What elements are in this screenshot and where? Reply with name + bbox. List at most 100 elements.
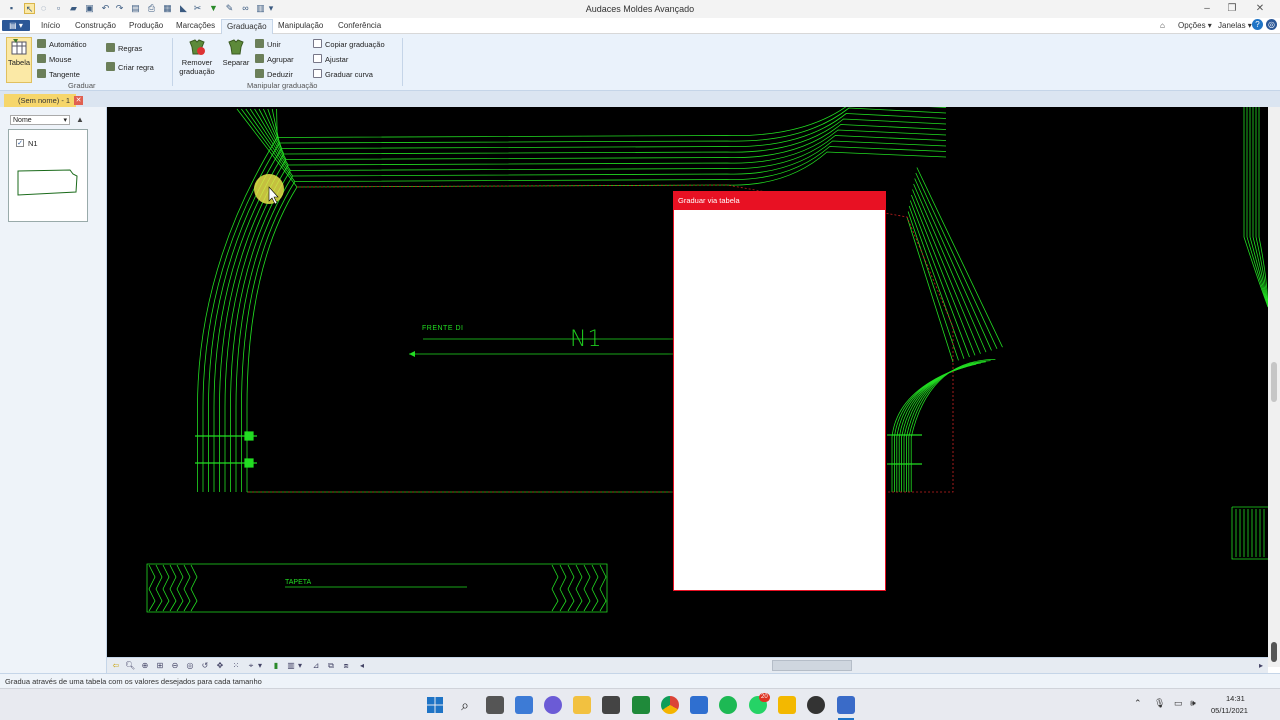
- tray-overflow-icon[interactable]: ⌃: [1134, 698, 1142, 709]
- armhole-grade-curve: [903, 362, 982, 492]
- status-text: Gradua através de uma tabela com os valo…: [5, 677, 262, 686]
- criar-regra-button[interactable]: Criar regra: [106, 62, 154, 72]
- document-tabs: (Sem nome) - 1 ✕: [0, 91, 1280, 107]
- tab-conferencia[interactable]: Conferência: [338, 21, 381, 30]
- recorder-icon[interactable]: [807, 696, 825, 714]
- vertical-scrollbar[interactable]: [1268, 107, 1280, 667]
- sort-value: Nome: [13, 117, 32, 124]
- microsoft-store-icon[interactable]: [602, 696, 620, 714]
- close-button[interactable]: ✕: [1248, 2, 1272, 16]
- copy-piece-icon[interactable]: ⧉: [326, 661, 336, 671]
- help-icon[interactable]: ?: [1252, 19, 1263, 30]
- separar-label: Separar: [222, 58, 250, 67]
- canvas-toolbar: ⇦ 🔍︎ ⊕ ⊞ ⊖ ◎ ↺ ✥ ⁙ ⌖ ▾ ▮ ▥ ▾ ⊿ ⧉ ⧈ ◂ ▸: [107, 657, 1268, 673]
- copy-grading-icon: [313, 39, 322, 48]
- grading-view-dropdown-icon[interactable]: ▾: [297, 661, 303, 671]
- task-view-icon[interactable]: [486, 696, 504, 714]
- application-menu-button[interactable]: ▤ ▾: [2, 20, 30, 31]
- vertical-scroll-thumb[interactable]: [1271, 362, 1277, 402]
- scroll-left-icon[interactable]: ◂: [357, 661, 367, 671]
- app-icon-yellow[interactable]: [778, 696, 796, 714]
- piece-visible-checkbox[interactable]: ✓: [16, 139, 24, 147]
- tab-producao[interactable]: Produção: [129, 21, 163, 30]
- zoom-previous-icon[interactable]: ↺: [200, 661, 210, 671]
- clock-time[interactable]: 14:31: [1226, 694, 1245, 703]
- unir-button[interactable]: Unir: [255, 39, 281, 49]
- search-icon[interactable]: ⌕: [456, 696, 474, 714]
- network-icon[interactable]: ▭: [1174, 698, 1183, 709]
- zoom-out-icon[interactable]: ⊖: [170, 661, 180, 671]
- adjust-icon: [313, 54, 322, 63]
- sort-direction-icon[interactable]: ▲: [76, 115, 84, 124]
- zoom-all-icon[interactable]: ◎: [185, 661, 195, 671]
- zoom-slider-handle[interactable]: [1271, 642, 1277, 662]
- back-arrow-icon[interactable]: ⇦: [111, 661, 121, 671]
- tab-marcacoes[interactable]: Marcações: [176, 21, 215, 30]
- volume-icon[interactable]: 🕪︎: [1190, 698, 1196, 709]
- mail-icon[interactable]: [690, 696, 708, 714]
- graduar-curva-button[interactable]: Graduar curva: [313, 69, 373, 79]
- snap-dropdown-icon[interactable]: ▾: [257, 661, 263, 671]
- unir-label: Unir: [267, 40, 281, 49]
- regras-button[interactable]: Regras: [106, 43, 142, 53]
- tangente-button[interactable]: Tangente: [37, 69, 80, 79]
- tapeta-grade-line: [559, 564, 567, 612]
- copiar-graduacao-button[interactable]: Copiar graduação: [313, 39, 385, 49]
- zoom-window-icon[interactable]: ⊞: [155, 661, 165, 671]
- clock-date[interactable]: 05/11/2021: [1211, 706, 1248, 715]
- tab-graduacao[interactable]: Graduação: [221, 19, 273, 34]
- zoom-icon[interactable]: 🔍︎: [125, 661, 135, 671]
- ribbon-tabs: ▤ ▾ Início Construção Produção Marcações…: [0, 18, 1280, 34]
- automatico-button[interactable]: Automático: [37, 39, 87, 49]
- tab-inicio[interactable]: Início: [41, 21, 60, 30]
- mouse-button[interactable]: Mouse: [37, 54, 72, 64]
- scroll-right-icon[interactable]: ▸: [1256, 661, 1266, 671]
- group-separator: [402, 38, 403, 86]
- about-icon[interactable]: ◎: [1266, 19, 1277, 30]
- horizontal-scroll-thumb[interactable]: [772, 660, 852, 671]
- notification-badge: 20: [759, 693, 770, 702]
- chrome-icon[interactable]: [661, 696, 679, 714]
- deduzir-button[interactable]: Deduzir: [255, 69, 293, 79]
- windows-start-icon[interactable]: [427, 697, 443, 713]
- agrupar-button[interactable]: Agrupar: [255, 54, 294, 64]
- regras-label: Regras: [118, 44, 143, 53]
- tabela-button[interactable]: Tabela: [6, 37, 32, 83]
- zoom-in-icon[interactable]: ⊕: [140, 661, 150, 671]
- tab-construcao[interactable]: Construção: [75, 21, 116, 30]
- widgets-icon[interactable]: [515, 696, 533, 714]
- document-tab[interactable]: (Sem nome) - 1: [4, 94, 77, 107]
- measure-icon[interactable]: ⊿: [311, 661, 321, 671]
- separar-button[interactable]: Separar: [221, 38, 251, 67]
- pan-icon[interactable]: ✥: [215, 661, 225, 671]
- mirror-icon[interactable]: ⧈: [341, 661, 351, 671]
- grading-view-icon[interactable]: ▥: [286, 661, 296, 671]
- audaces-moldes-taskbar-icon[interactable]: [837, 696, 855, 714]
- window-title: Audaces Moldes Avançado: [585, 4, 695, 14]
- show-pieces-icon[interactable]: ▮: [271, 661, 281, 671]
- audaces-app-icon[interactable]: [632, 696, 650, 714]
- tab-manipulacao[interactable]: Manipulação: [278, 21, 323, 30]
- restore-button[interactable]: ❐: [1220, 2, 1244, 16]
- dialog-title[interactable]: Graduar via tabela: [674, 192, 885, 210]
- snap-icon[interactable]: ⌖: [246, 661, 256, 671]
- grid-icon[interactable]: ⁙: [231, 661, 241, 671]
- windows-menu[interactable]: Janelas ▾: [1218, 21, 1252, 30]
- piece-card[interactable]: ✓ N1: [8, 129, 88, 222]
- minimize-button[interactable]: –: [1195, 2, 1219, 16]
- ajustar-button[interactable]: Ajustar: [313, 54, 348, 64]
- options-menu[interactable]: Opções ▾: [1178, 21, 1212, 30]
- teams-chat-icon[interactable]: [544, 696, 562, 714]
- spotify-icon[interactable]: [719, 696, 737, 714]
- remover-graduacao-button[interactable]: Remover graduação: [178, 38, 216, 76]
- grading-table-dialog[interactable]: Graduar via tabela: [673, 191, 886, 591]
- close-document-icon[interactable]: ✕: [74, 96, 83, 105]
- armhole-grade-curve: [906, 361, 986, 492]
- sort-select[interactable]: Nome ▾: [10, 115, 70, 125]
- windows-taskbar: ⌕ 20 ⌃ 🎙︎ ▭ 🕪︎ 14:31 05/11/2021: [0, 688, 1280, 720]
- group-separator: [172, 38, 173, 86]
- ribbon-collapse-icon[interactable]: ⌂: [1160, 21, 1165, 30]
- microphone-icon[interactable]: 🎙︎: [1154, 698, 1165, 709]
- file-explorer-icon[interactable]: [573, 696, 591, 714]
- criar-regra-label: Criar regra: [118, 63, 154, 72]
